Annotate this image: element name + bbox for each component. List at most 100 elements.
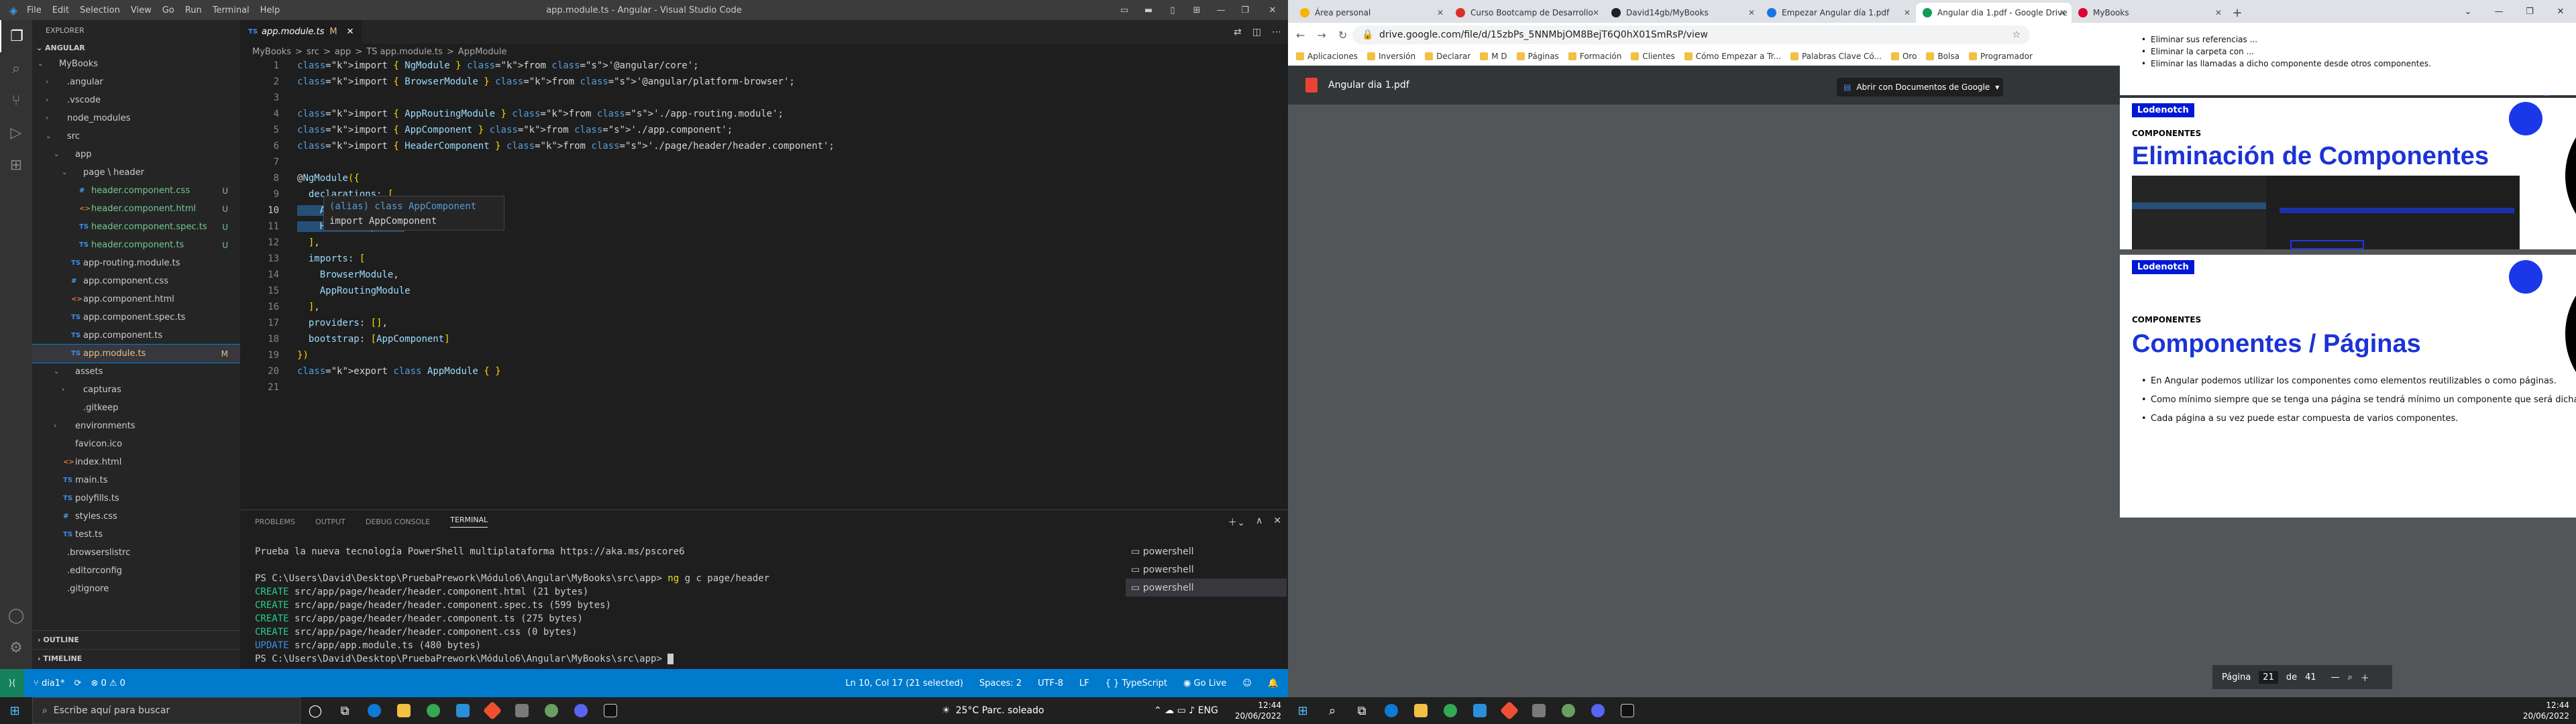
code-line[interactable]: BrowserModule,	[297, 269, 399, 280]
tree-item[interactable]: TS header.component.spec.ts U	[32, 218, 240, 236]
compare-changes-icon[interactable]: ⇄	[1234, 27, 1242, 38]
tree-item[interactable]: TS app-routing.module.ts	[32, 254, 240, 272]
sync-icon[interactable]: ⟳	[74, 678, 82, 688]
address-bar[interactable]: 🔒 drive.google.com/file/d/15zbPs_5NNMbjO…	[1352, 25, 2030, 44]
code-line[interactable]: imports: [	[297, 253, 365, 264]
breadcrumb-item[interactable]: AppModule	[458, 47, 507, 57]
search-icon[interactable]: ⌕	[0, 52, 32, 84]
bookmark-item[interactable]: M D	[1480, 52, 1507, 61]
tree-item[interactable]: TS main.ts	[32, 471, 240, 489]
app-icon[interactable]	[507, 697, 537, 724]
maximize-panel-icon[interactable]: ∧	[1256, 516, 1263, 529]
search-icon[interactable]: ⌕	[1318, 697, 1347, 724]
new-tab-button[interactable]: +	[2227, 3, 2247, 23]
breadcrumb-item[interactable]: src	[307, 47, 319, 57]
explorer-icon[interactable]: ❐	[0, 20, 32, 52]
new-terminal-icon[interactable]: ＋⌄	[1228, 516, 1245, 529]
layout-panel-icon[interactable]: ▬	[1136, 0, 1161, 20]
tree-item[interactable]: favicon.ico	[32, 435, 240, 453]
layout-toggle-icon[interactable]: ▭	[1112, 0, 1136, 20]
code-line[interactable]: @NgModule({	[297, 173, 360, 184]
app-icon[interactable]	[1524, 697, 1554, 724]
clock[interactable]: 12:44 20/06/2022	[1228, 700, 1281, 721]
windows-start-icon[interactable]: ⊞	[0, 697, 30, 724]
menu-item-view[interactable]: View	[131, 5, 152, 15]
panel-tab-output[interactable]: OUTPUT	[315, 518, 345, 526]
tab-search-icon[interactable]: ⌄	[2453, 0, 2483, 23]
bookmark-item[interactable]: Inversión	[1366, 52, 1415, 61]
page-current[interactable]: 21	[2259, 670, 2278, 684]
encoding[interactable]: UTF-8	[1038, 678, 1063, 688]
breadcrumb-item[interactable]: app	[335, 47, 351, 57]
tree-item[interactable]: # styles.css	[32, 507, 240, 526]
tree-item[interactable]: TS app.component.ts	[32, 326, 240, 345]
tab-close-icon[interactable]: ✕	[1437, 8, 1444, 17]
panel-tab-terminal[interactable]: TERMINAL	[450, 516, 488, 528]
tree-item[interactable]: › .angular	[32, 73, 240, 91]
open-with-docs-button[interactable]: ▤ Abrir con Documentos de Google ▾	[1837, 78, 2003, 97]
bookmark-item[interactable]: Programador	[1968, 52, 2033, 61]
code-line[interactable]: class="k">import { AppRoutingModule } cl…	[297, 109, 784, 119]
bookmark-item[interactable]: Oro	[1890, 52, 1917, 61]
taskbar-search[interactable]: ⌕ Escribe aquí para buscar	[32, 697, 301, 724]
tree-item[interactable]: TS header.component.ts U	[32, 236, 240, 254]
tree-item[interactable]: # header.component.css U	[32, 182, 240, 200]
tab-close-icon[interactable]: ✕	[1748, 8, 1755, 17]
code-line[interactable]: class="k">import { NgModule } class="k">…	[297, 60, 699, 71]
more-actions-icon[interactable]: ⋯	[1272, 27, 1281, 38]
reload-icon[interactable]: ↻	[1338, 29, 1347, 42]
terminal-output[interactable]: Prueba la nueva tecnología PowerShell mu…	[255, 545, 1127, 666]
chrome-icon[interactable]	[1436, 697, 1465, 724]
tree-item[interactable]: ⌄ assets	[32, 363, 240, 381]
tab-close-icon[interactable]: ✕	[347, 27, 354, 37]
forward-icon[interactable]: →	[1317, 29, 1326, 42]
go-live-button[interactable]: ◉ Go Live	[1183, 678, 1226, 688]
problems-indicator[interactable]: ⊗ 0 ⚠ 0	[91, 678, 125, 688]
browser-tab[interactable]: Angular dia 1.pdf - Google Drive ✕	[1916, 3, 2072, 23]
cortana-icon[interactable]: ◯	[301, 697, 330, 724]
timeline-section[interactable]: › TIMELINE	[32, 649, 240, 668]
tree-item[interactable]: .gitignore	[32, 580, 240, 598]
browser-tab[interactable]: Curso Bootcamp de Desarrollo ✕	[1449, 3, 1605, 23]
bookmark-item[interactable]: Aplicaciones	[1296, 52, 1358, 61]
code-line[interactable]: providers: [],	[297, 318, 388, 328]
tree-item[interactable]: <> index.html	[32, 453, 240, 471]
browser-restore-button[interactable]: ❐	[2514, 0, 2545, 23]
code-line[interactable]: AppRoutingModule	[297, 286, 411, 296]
tab-close-icon[interactable]: ✕	[1904, 8, 1911, 17]
tab-app-module[interactable]: TS app.module.ts M ✕	[240, 20, 362, 44]
windows-start-icon[interactable]: ⊞	[1288, 697, 1318, 724]
code-line[interactable]: bootstrap: [AppComponent]	[297, 334, 450, 345]
tab-close-icon[interactable]: ✕	[2059, 8, 2066, 17]
panel-tab-problems[interactable]: PROBLEMS	[255, 518, 295, 526]
tree-item[interactable]: TS test.ts	[32, 526, 240, 544]
tree-item[interactable]: .browserslistrc	[32, 544, 240, 562]
code-editor[interactable]: 1 class="k">import { NgModule } class="k"…	[240, 60, 1288, 476]
git-icon[interactable]	[478, 697, 507, 724]
breadcrumb-item[interactable]: MyBooks	[252, 47, 291, 57]
file-explorer-icon[interactable]	[389, 697, 419, 724]
restore-button[interactable]: ❐	[1233, 0, 1257, 20]
close-panel-icon[interactable]: ✕	[1273, 516, 1281, 529]
tree-item[interactable]: ⌄ src	[32, 127, 240, 145]
terminal-instance[interactable]: ▭ powershell	[1126, 560, 1287, 579]
browser-tab[interactable]: David14gb/MyBooks ✕	[1605, 3, 1760, 23]
menu-item-help[interactable]: Help	[260, 5, 280, 15]
terminal-icon[interactable]	[596, 697, 625, 724]
vscode-icon[interactable]	[448, 697, 478, 724]
tree-item[interactable]: .gitkeep	[32, 399, 240, 417]
browser-tab[interactable]: Área personal ✕	[1293, 3, 1449, 23]
tree-item[interactable]: › environments	[32, 417, 240, 435]
menu-item-selection[interactable]: Selection	[80, 5, 120, 15]
root-folder-header[interactable]: ⌄ ANGULAR	[32, 40, 240, 55]
code-line[interactable]: class="k">import { HeaderComponent } cla…	[297, 141, 835, 152]
tree-item[interactable]: <> app.component.html	[32, 290, 240, 308]
breadcrumb-item[interactable]: TS app.module.ts	[366, 47, 443, 57]
menu-item-terminal[interactable]: Terminal	[213, 5, 250, 15]
edge-icon[interactable]	[360, 697, 389, 724]
tree-item[interactable]: .editorconfig	[32, 562, 240, 580]
menu-item-go[interactable]: Go	[162, 5, 174, 15]
feedback-icon[interactable]: ☺	[1242, 678, 1252, 688]
tree-item[interactable]: TS app.module.ts M	[32, 344, 240, 363]
code-line[interactable]: })	[297, 350, 309, 361]
